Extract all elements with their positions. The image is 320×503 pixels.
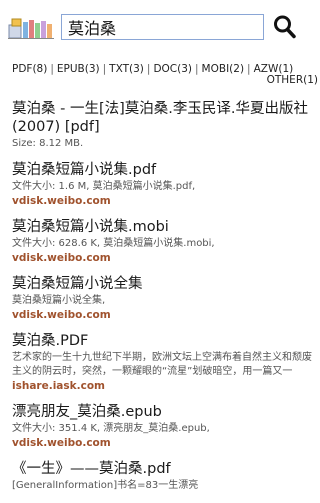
filter-epub[interactable]: EPUB(3) [57, 63, 100, 75]
filter-mobi[interactable]: MOBI(2) [202, 63, 245, 75]
result-source[interactable]: vdisk.weibo.com [12, 436, 312, 450]
result-title[interactable]: 莫泊桑短篇小说全集 [12, 275, 312, 293]
result-source[interactable]: vdisk.weibo.com [12, 251, 312, 265]
result-title[interactable]: 莫泊桑 - 一生[法]莫泊桑.李玉民译.华夏出版社(2007) [pdf] [12, 100, 312, 136]
filter-separator: | [102, 63, 107, 75]
filter-separator: | [195, 63, 199, 75]
result-description: 文件大小: 351.4 K, 漂亮朋友_莫泊桑.epub, [12, 423, 210, 434]
filter-separator: | [50, 63, 54, 75]
result-item: 《一生》——莫泊桑.pdf [GeneralInformation]书名=83一… [12, 460, 312, 493]
result-description: 莫泊桑短篇小说全集, [12, 295, 106, 306]
result-description: 文件大小: 628.6 K, 莫泊桑短篇小说集.mobi, [12, 238, 215, 249]
result-item: 莫泊桑短篇小说集.pdf 文件大小: 1.6 M, 莫泊桑短篇小说集.pdf, … [12, 161, 312, 208]
filter-separator: | [146, 63, 151, 75]
result-item: 莫泊桑 - 一生[法]莫泊桑.李玉民译.华夏出版社(2007) [pdf] Si… [12, 100, 312, 151]
filter-pdf[interactable]: PDF(8) [12, 63, 47, 75]
site-logo[interactable] [8, 14, 54, 40]
result-item: 莫泊桑.PDF 艺术家的一生十九世纪下半期，欧洲文坛上空满布着自然主义和颓废主义… [12, 332, 312, 393]
result-source[interactable]: vdisk.weibo.com [12, 308, 312, 322]
result-title[interactable]: 莫泊桑短篇小说集.mobi [12, 218, 312, 236]
search-icon [274, 15, 296, 39]
result-source[interactable]: ishare.iask.com [12, 379, 312, 393]
filter-other[interactable]: OTHER(1) [267, 74, 318, 86]
result-description: 艺术家的一生十九世纪下半期，欧洲文坛上空满布着自然主义和颓废主义的阴云时，突然，… [12, 352, 312, 377]
search-input[interactable] [62, 15, 263, 39]
search-input-box[interactable] [61, 14, 264, 40]
result-item: 莫泊桑短篇小说全集 莫泊桑短篇小说全集, vdisk.weibo.com [12, 275, 312, 322]
filter-txt[interactable]: TXT(3) [109, 63, 144, 75]
result-source[interactable]: vdisk.weibo.com [12, 194, 312, 208]
result-item: 莫泊桑短篇小说集.mobi 文件大小: 628.6 K, 莫泊桑短篇小说集.mo… [12, 218, 312, 265]
result-title[interactable]: 《一生》——莫泊桑.pdf [12, 460, 312, 478]
search-button[interactable] [272, 13, 298, 41]
filter-separator: | [247, 63, 251, 75]
result-title[interactable]: 莫泊桑短篇小说集.pdf [12, 161, 312, 179]
search-results-list: 莫泊桑 - 一生[法]莫泊桑.李玉民译.华夏出版社(2007) [pdf] Si… [12, 100, 312, 503]
result-description: Size: 8.12 MB. [12, 138, 84, 149]
result-title[interactable]: 漂亮朋友_莫泊桑.epub [12, 403, 312, 421]
result-title[interactable]: 莫泊桑.PDF [12, 332, 312, 350]
search-header [0, 0, 320, 52]
filter-doc[interactable]: DOC(3) [153, 63, 192, 75]
result-description: 文件大小: 1.6 M, 莫泊桑短篇小说集.pdf, [12, 181, 196, 192]
result-item: 漂亮朋友_莫泊桑.epub 文件大小: 351.4 K, 漂亮朋友_莫泊桑.ep… [12, 403, 312, 450]
result-description: [GeneralInformation]书名=83一生漂亮 [12, 480, 199, 491]
